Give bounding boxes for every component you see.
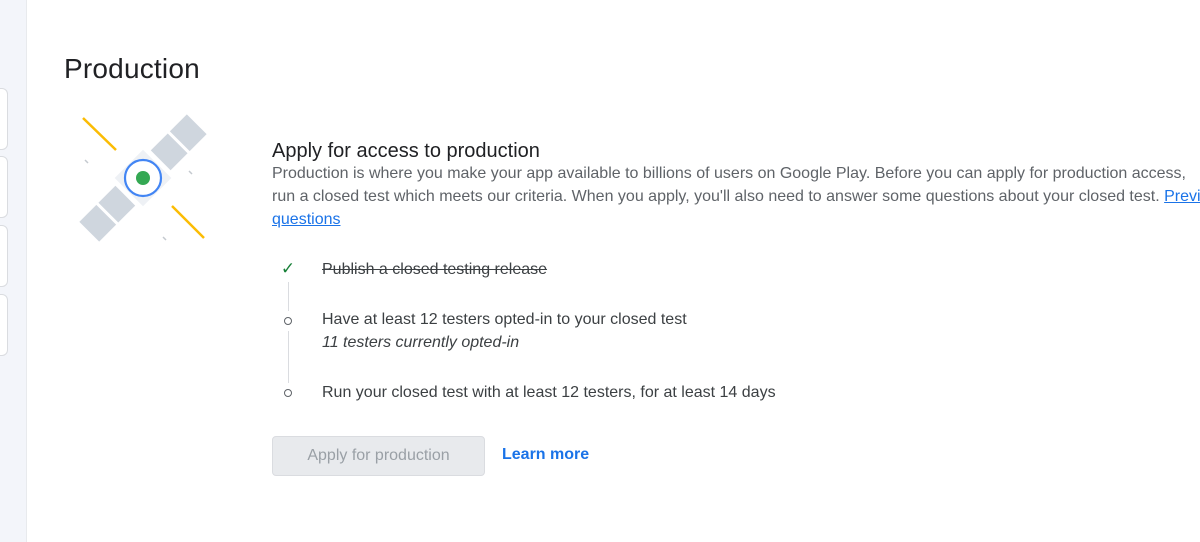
apply-for-production-button[interactable]: Apply for production — [272, 436, 485, 476]
description-line: run a closed test which meets our criter… — [272, 185, 1200, 208]
section-heading: Apply for access to production — [272, 139, 540, 162]
rail-tab[interactable] — [0, 294, 8, 356]
learn-more-link[interactable]: Learn more — [502, 446, 589, 464]
rail-tab[interactable] — [0, 88, 8, 150]
step-label: Run your closed test with at least 12 te… — [322, 384, 776, 401]
step-connector — [288, 282, 289, 388]
step-sublabel: 11 testers currently opted-in — [322, 334, 520, 351]
requirements-checklist: ✓ Publish a closed testing release Have … — [272, 256, 1172, 416]
step-label: Publish a closed testing release — [322, 261, 548, 278]
page-title: Production — [64, 52, 200, 84]
check-icon: ✓ — [278, 259, 298, 279]
circle-outline-icon — [278, 311, 298, 331]
description-line: questions — [272, 208, 1200, 231]
preview-questions-link[interactable]: questions — [272, 211, 341, 228]
description-line: Production is where you make your app av… — [272, 165, 1186, 182]
left-navigation-rail — [0, 0, 27, 542]
satellite-illustration — [68, 104, 218, 254]
satellite-icon — [79, 114, 207, 242]
description-text: run a closed test which meets our criter… — [272, 188, 1165, 205]
circle-outline-icon — [278, 383, 298, 403]
rail-tab[interactable] — [0, 156, 8, 218]
description: Production is where you make your app av… — [272, 162, 1200, 232]
rail-tab[interactable] — [0, 225, 8, 287]
step-label: Have at least 12 testers opted-in to you… — [322, 311, 687, 328]
preview-questions-link[interactable]: Preview — [1164, 188, 1200, 205]
